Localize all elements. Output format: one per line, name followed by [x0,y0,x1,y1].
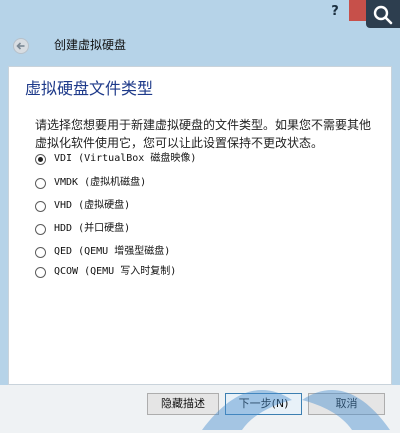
option-vdi[interactable]: VDI (VirtualBox 磁盘映像) [35,151,196,167]
option-hdd[interactable]: HDD (并口硬盘) [35,221,130,237]
option-label: QED (QEMU 增强型磁盘) [54,246,171,257]
title-bar: ? ✕ [0,0,400,30]
wizard-title: 创建虚拟硬盘 [54,38,127,52]
option-label: VMDK (虚拟机磁盘) [54,177,147,188]
back-arrow-icon [16,42,25,50]
next-button[interactable]: 下一步(N) [225,393,302,415]
search-button[interactable] [366,0,400,28]
option-qed[interactable]: QED (QEMU 增强型磁盘) [35,244,170,260]
radio-button[interactable] [35,200,46,212]
option-label: VHD (虚拟硬盘) [54,200,131,211]
option-label: HDD (并口硬盘) [54,223,131,234]
back-button[interactable] [13,38,29,54]
radio-button[interactable] [35,246,46,258]
option-label: QCOW (QEMU 写入时复制) [54,266,177,277]
page-description: 请选择您想要用于新建虚拟硬盘的文件类型。如果您不需要其他虚拟化软件使用它，您可以… [35,118,372,150]
page-title: 虚拟硬盘文件类型 [25,79,154,98]
search-icon [373,5,393,25]
cancel-button[interactable]: 取消 [308,393,385,415]
hide-description-button[interactable]: 隐藏描述 [147,393,219,415]
option-vhd[interactable]: VHD (虚拟硬盘) [35,198,130,214]
help-button[interactable]: ? [328,4,342,20]
radio-button[interactable] [35,223,46,235]
radio-button[interactable] [35,177,46,189]
radio-button[interactable] [35,266,46,278]
option-qcow[interactable]: QCOW (QEMU 写入时复制) [35,264,176,280]
option-vmdk[interactable]: VMDK (虚拟机磁盘) [35,175,146,191]
radio-button[interactable] [35,153,46,165]
option-label: VDI (VirtualBox 磁盘映像) [54,153,197,164]
